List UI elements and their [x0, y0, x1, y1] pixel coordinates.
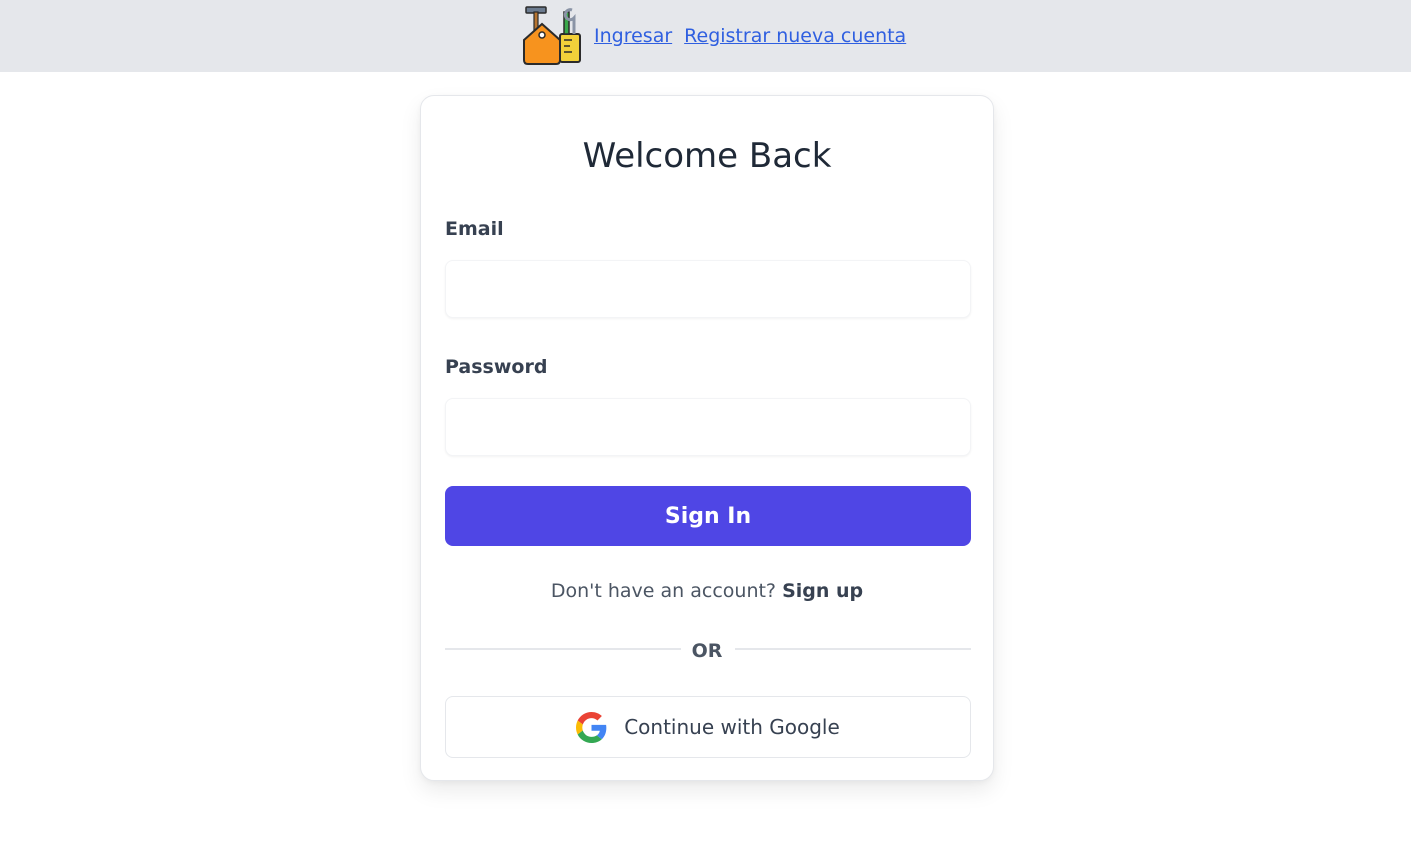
signup-row: Don't have an account? Sign up [421, 580, 993, 602]
top-nav: Ingresar Registrar nueva cuenta [520, 0, 906, 72]
nav-link-login[interactable]: Ingresar [594, 25, 672, 47]
sign-in-button[interactable]: Sign In [445, 486, 971, 546]
email-field[interactable] [445, 260, 971, 318]
login-card: Welcome Back Email Password Sign In Don'… [420, 95, 994, 781]
password-label: Password [445, 356, 548, 378]
nav-link-register[interactable]: Registrar nueva cuenta [684, 25, 906, 47]
page-title: Welcome Back [582, 136, 832, 176]
signup-prompt: Don't have an account? [550, 580, 777, 602]
google-sign-in-button[interactable]: Continue with Google [445, 696, 971, 758]
email-label: Email [445, 218, 504, 240]
top-nav-bar: Ingresar Registrar nueva cuenta [0, 0, 1411, 72]
password-field[interactable] [445, 398, 971, 456]
divider-or: OR [691, 640, 723, 662]
signup-link[interactable]: Sign up [782, 580, 863, 602]
divider-right [735, 648, 971, 650]
toolbox-icon[interactable] [520, 4, 582, 66]
google-icon [576, 711, 607, 743]
google-button-label: Continue with Google [624, 715, 840, 739]
